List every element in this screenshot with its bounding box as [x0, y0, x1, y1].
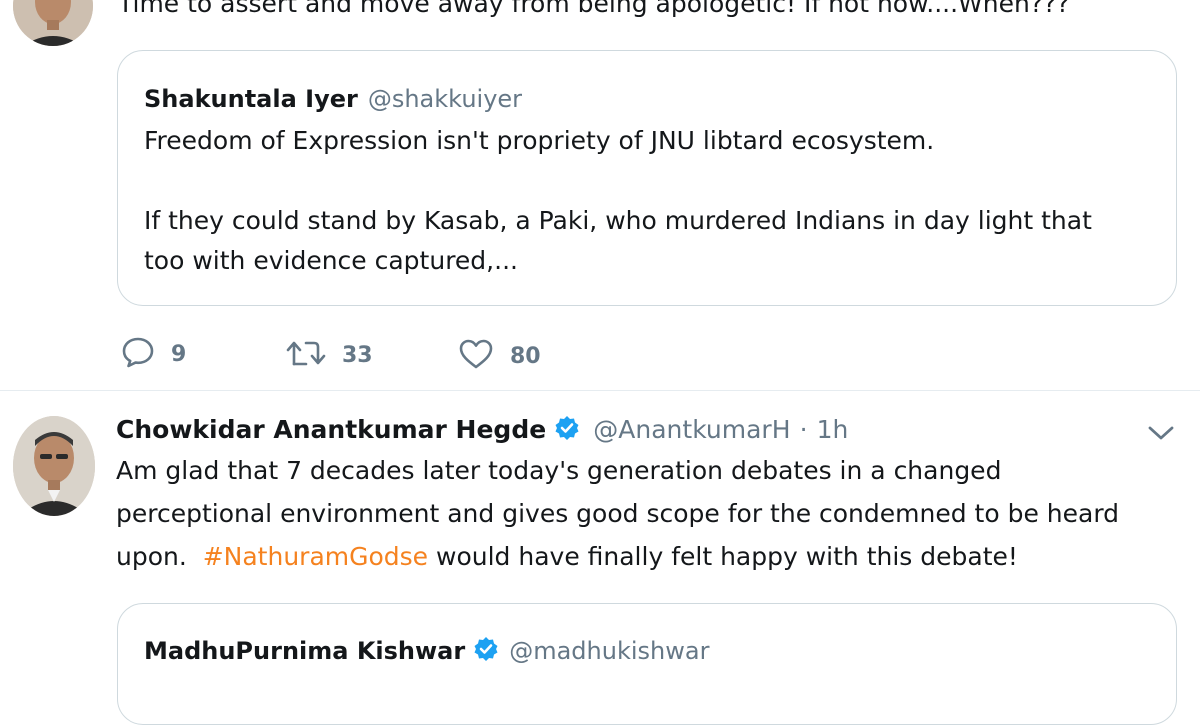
quoted-tweet-line: too with evidence captured,... — [144, 246, 518, 275]
separator-dot: · — [799, 415, 808, 444]
heart-icon — [458, 338, 494, 374]
like-button[interactable]: 80 — [458, 338, 541, 374]
author-name[interactable]: Chowkidar Anantkumar Hegde — [116, 415, 546, 444]
tweet-header: Chowkidar Anantkumar Hegde @AnantkumarH … — [116, 415, 848, 445]
quoted-author-handle[interactable]: @madhukishwar — [509, 637, 709, 665]
tweet-text-line: perceptional environment and gives good … — [116, 499, 1120, 528]
tweet-text-segment: would have finally felt happy with this … — [428, 542, 1018, 571]
verified-badge-icon — [473, 636, 499, 666]
reply-count: 9 — [171, 341, 187, 367]
quoted-author-name[interactable]: Shakuntala Iyer — [144, 85, 358, 113]
tweet-divider — [0, 390, 1200, 391]
quoted-author-name[interactable]: MadhuPurnima Kishwar — [144, 637, 465, 665]
quoted-tweet-card[interactable]: Shakuntala Iyer @shakkuiyer Freedom of Ex… — [117, 50, 1177, 306]
quoted-tweet-header: Shakuntala Iyer @shakkuiyer — [144, 85, 522, 113]
retweet-icon — [286, 338, 326, 372]
verified-badge-icon — [554, 415, 580, 445]
quoted-author-handle[interactable]: @shakkuiyer — [368, 85, 522, 113]
quoted-tweet-card[interactable]: MadhuPurnima Kishwar @madhukishwar — [117, 603, 1177, 725]
more-options-button[interactable] — [1146, 422, 1176, 448]
reply-button[interactable]: 9 — [121, 336, 186, 372]
reply-icon — [121, 336, 155, 372]
tweet-text: Time to assert and move away from being … — [118, 0, 1070, 18]
like-count: 80 — [510, 343, 541, 369]
retweet-count: 33 — [342, 342, 373, 368]
avatar[interactable] — [13, 416, 95, 516]
quoted-tweet-line: Freedom of Expression isn't propriety of… — [144, 126, 935, 155]
hashtag-link[interactable]: #NathuramGodse — [203, 542, 428, 571]
quoted-tweet-header: MadhuPurnima Kishwar @madhukishwar — [144, 636, 709, 666]
chevron-down-icon — [1146, 426, 1176, 448]
quoted-tweet-line: If they could stand by Kasab, a Paki, wh… — [144, 206, 1092, 235]
timestamp[interactable]: 1h — [817, 415, 849, 444]
author-handle[interactable]: @AnantkumarH — [593, 415, 790, 444]
tweet-text-line: upon. #NathuramGodse would have finally … — [116, 536, 1018, 578]
tweet-text-line: Am glad that 7 decades later today's gen… — [116, 456, 1002, 485]
retweet-button[interactable]: 33 — [286, 338, 373, 372]
avatar[interactable] — [13, 0, 93, 46]
tweet-text-segment: upon. — [116, 542, 203, 571]
